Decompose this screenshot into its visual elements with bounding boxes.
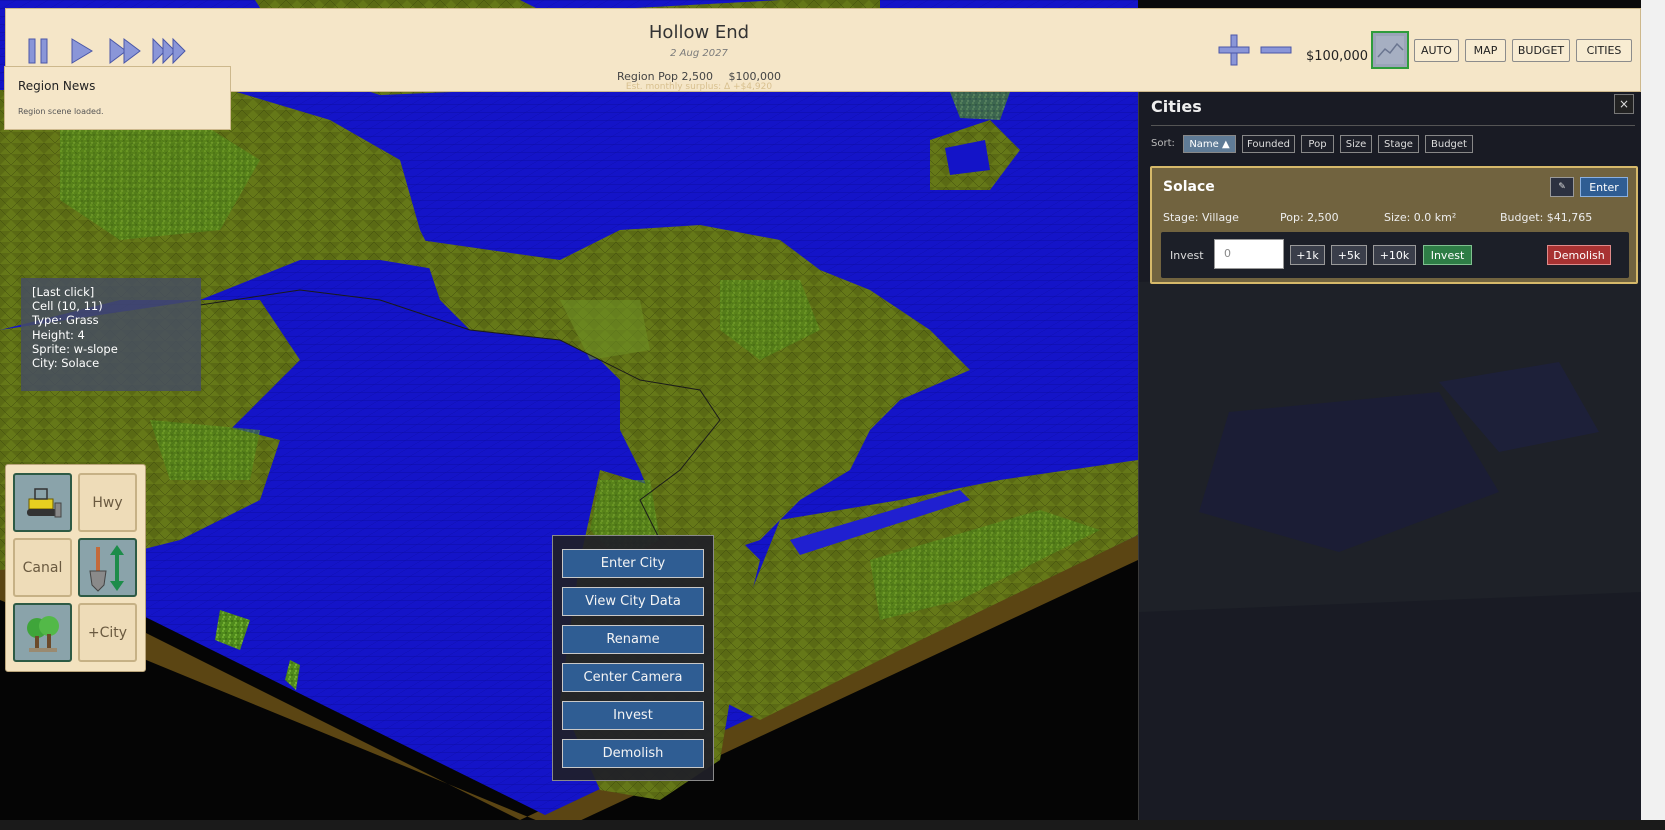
bulldozer-tool[interactable] [13, 473, 72, 532]
terraform-tool[interactable] [78, 538, 137, 597]
news-message: Region scene loaded. [18, 107, 104, 116]
map-button[interactable]: MAP [1465, 39, 1506, 62]
tool-palette: Hwy Canal +City [5, 464, 146, 672]
divider [1151, 125, 1635, 126]
top-bar: Hollow End 2 Aug 2027 Region Pop 2,500 $… [5, 8, 1641, 92]
terrain-map-icon [1376, 36, 1404, 64]
budget-button[interactable]: BUDGET [1512, 39, 1570, 62]
invest-button[interactable]: Invest [1423, 245, 1472, 265]
info-sprite: Sprite: w-slope [32, 341, 118, 356]
city-stage: Stage: Village [1163, 211, 1239, 224]
zoom-out-icon[interactable] [1259, 32, 1293, 68]
invest-1k-button[interactable]: +1k [1290, 245, 1325, 265]
auto-button[interactable]: AUTO [1414, 39, 1459, 62]
info-city: City: Solace [32, 356, 100, 371]
invest-menu-button[interactable]: Invest [562, 701, 704, 730]
shovel-height-icon [88, 544, 124, 592]
trees-tool[interactable] [13, 603, 72, 662]
map-overlay-toggle[interactable] [1371, 31, 1409, 69]
bulldozer-icon [26, 487, 61, 517]
sort-pop-button[interactable]: Pop [1301, 135, 1334, 153]
city-context-menu: Enter City View City Data Rename Center … [552, 535, 714, 781]
canal-tool[interactable]: Canal [13, 538, 72, 597]
cities-panel-title: Cities [1151, 97, 1202, 116]
bottom-bar [0, 820, 1665, 830]
view-city-data-button[interactable]: View City Data [562, 587, 704, 616]
enter-city-card-button[interactable]: Enter [1580, 177, 1628, 197]
invest-row: Invest 0 +1k +5k +10k Invest Demolish [1161, 232, 1629, 278]
invest-label: Invest [1170, 249, 1204, 262]
news-title: Region News [18, 79, 96, 93]
sort-name-button[interactable]: Name ▲ [1183, 135, 1236, 153]
invest-amount-input[interactable]: 0 [1214, 239, 1284, 269]
invest-5k-button[interactable]: +5k [1331, 245, 1367, 265]
add-city-tool[interactable]: +City [78, 603, 137, 662]
demolish-button[interactable]: Demolish [1547, 245, 1611, 265]
trees-icon [26, 615, 59, 652]
cities-panel: Cities × Sort: Name ▲ Founded Pop Size S… [1138, 92, 1641, 821]
center-camera-button[interactable]: Center Camera [562, 663, 704, 692]
sort-size-button[interactable]: Size [1340, 135, 1372, 153]
sort-label: Sort: [1151, 138, 1175, 149]
info-cell: Cell (10, 11) [32, 299, 103, 314]
city-size: Size: 0.0 km² [1384, 211, 1457, 224]
highway-tool[interactable]: Hwy [78, 473, 137, 532]
city-card: Solace ✎ Enter Stage: Village Pop: 2,500… [1150, 166, 1638, 284]
treasury: $100,000 [1306, 49, 1369, 64]
region-news-panel: Region News Region scene loaded. [4, 66, 231, 130]
info-height: Height: 4 [32, 327, 85, 342]
game-root: { "region": { "name": "Hollow End", "dat… [0, 0, 1665, 830]
cities-button[interactable]: CITIES [1576, 39, 1632, 62]
rename-button[interactable]: Rename [562, 625, 704, 654]
sort-founded-button[interactable]: Founded [1242, 135, 1295, 153]
city-pop: Pop: 2,500 [1280, 211, 1339, 224]
sort-budget-button[interactable]: Budget [1425, 135, 1473, 153]
zoom-in-icon[interactable] [1217, 32, 1251, 68]
enter-city-button[interactable]: Enter City [562, 549, 704, 578]
rename-icon[interactable]: ✎ [1550, 177, 1574, 197]
invest-10k-button[interactable]: +10k [1373, 245, 1416, 265]
city-budget: Budget: $41,765 [1500, 211, 1593, 224]
city-name: Solace [1163, 179, 1215, 195]
close-icon[interactable]: × [1614, 94, 1634, 114]
right-edge [1641, 0, 1665, 820]
info-heading: [Last click] [32, 285, 95, 299]
demolish-menu-button[interactable]: Demolish [562, 739, 704, 768]
region-title: Hollow End [648, 22, 750, 43]
info-type: Type: Grass [32, 313, 99, 328]
game-date: 2 Aug 2027 [670, 48, 728, 59]
sort-stage-button[interactable]: Stage [1378, 135, 1419, 153]
last-click-info: [Last click] Cell (10, 11) Type: Grass H… [21, 278, 201, 391]
